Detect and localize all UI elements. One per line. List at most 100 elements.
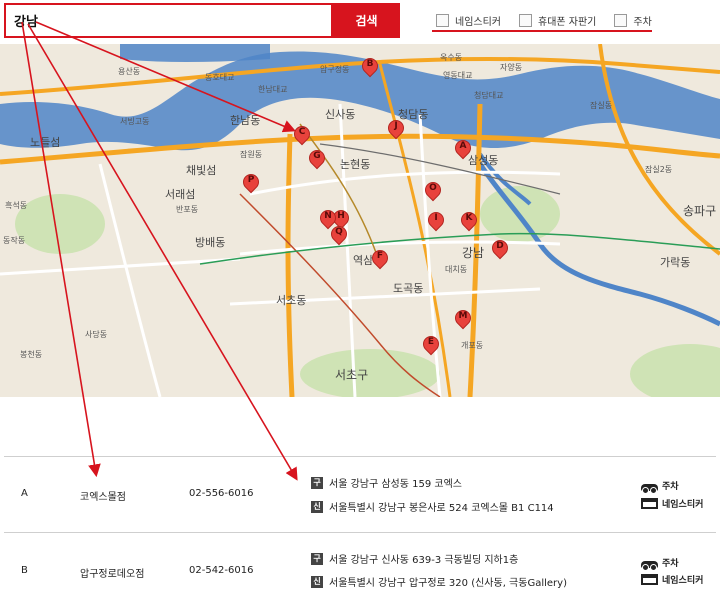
- old-address: 구 서울 강남구 신사동 639-3 극동빌딩 지하1층: [311, 551, 518, 566]
- filter-phone-vending[interactable]: 휴대폰 자판기: [515, 13, 596, 28]
- map-label: 자양동: [500, 63, 523, 72]
- checkbox-parking[interactable]: [614, 13, 628, 27]
- car-icon: [641, 484, 658, 494]
- address-text: 서울특별시 강남구 압구정로 320 (신사동, 극동Gallery): [329, 578, 567, 589]
- map-label: 동작동: [3, 236, 26, 245]
- map-pin-c[interactable]: C: [290, 122, 314, 148]
- pin-letter: F: [376, 251, 384, 261]
- map-pin-d[interactable]: D: [488, 236, 512, 262]
- filter-parking[interactable]: 주차: [610, 13, 652, 28]
- map-label: 잠실동: [590, 101, 613, 110]
- pin-letter: M: [458, 311, 468, 321]
- map-pin-i[interactable]: I: [424, 208, 448, 234]
- new-address: 신 서울특별시 강남구 봉은사로 524 코엑스몰 B1 C114: [311, 499, 554, 514]
- pin-letter: A: [459, 141, 467, 151]
- service-label: 주차: [662, 482, 679, 492]
- search-button[interactable]: 검색: [333, 3, 400, 38]
- table-row[interactable]: A 코엑스몰점 02-556-6016 구 서울 강남구 삼성동 159 코엑스…: [4, 456, 716, 532]
- map-background: [0, 44, 720, 397]
- pin-letter: P: [247, 175, 255, 185]
- store-icon: [641, 498, 658, 509]
- table-row[interactable]: B 압구정로데오점 02-542-6016 구 서울 강남구 신사동 639-3…: [4, 532, 716, 589]
- store-code: B: [21, 565, 28, 576]
- address-text: 서울 강남구 신사동 639-3 극동빌딩 지하1층: [329, 555, 519, 566]
- map-label: 서초동: [276, 294, 307, 307]
- map-pin-m[interactable]: M: [451, 306, 475, 332]
- map-label: 압구정동: [320, 65, 350, 74]
- map-label: 흑석동: [5, 201, 28, 210]
- new-address: 신 서울특별시 강남구 압구정로 320 (신사동, 극동Gallery): [311, 574, 567, 589]
- district-label: 강남: [462, 246, 485, 260]
- filter-label: 네임스티커: [455, 16, 501, 28]
- pin-letter: B: [366, 59, 374, 69]
- store-name: 코엑스몰점: [80, 492, 126, 503]
- district-label: 송파구: [683, 204, 717, 218]
- pin-letter: E: [427, 337, 435, 347]
- search-bar: 검색 네임스티커 휴대폰 자판기 주차: [0, 0, 720, 44]
- map-pin-g[interactable]: G: [305, 146, 329, 172]
- pin-letter: J: [394, 121, 398, 131]
- map-label: 신사동: [325, 108, 356, 121]
- store-map[interactable]: 압구정동 신사동 청담동 삼성동 논현동 역삼동 대치동 도곡동 개포동 서초동…: [0, 44, 720, 397]
- map-label: 잠원동: [240, 150, 263, 159]
- pin-letter: K: [465, 213, 473, 223]
- map-label: 사당동: [85, 330, 108, 339]
- map-pin-q[interactable]: Q: [327, 222, 351, 248]
- pin-letter: D: [496, 241, 504, 251]
- address-tag: 구: [311, 552, 323, 565]
- map-label: 옥수동: [440, 53, 463, 62]
- pin-letter: C: [298, 127, 306, 137]
- map-pin-a[interactable]: A: [451, 136, 475, 162]
- map-pin-p[interactable]: P: [239, 170, 263, 196]
- map-pin-o[interactable]: O: [421, 178, 445, 204]
- map-label: 동호대교: [205, 73, 235, 82]
- pin-letter: O: [429, 183, 437, 193]
- map-label: 방배동: [195, 236, 226, 249]
- filter-options: 네임스티커 휴대폰 자판기 주차: [432, 10, 652, 32]
- service-name-sticker: 네임스티커: [641, 573, 703, 586]
- checkbox-name-sticker[interactable]: [436, 13, 449, 27]
- checkbox-phone-vending[interactable]: [519, 13, 532, 27]
- map-label: 용산동: [118, 67, 141, 76]
- store-list: A 코엑스몰점 02-556-6016 구 서울 강남구 삼성동 159 코엑스…: [0, 397, 720, 589]
- map-label: 가락동: [660, 256, 691, 269]
- map-label: 개포동: [461, 341, 484, 350]
- map-label: 대치동: [445, 265, 468, 274]
- map-label: 봉천동: [20, 350, 43, 359]
- map-pin-b[interactable]: B: [358, 54, 382, 80]
- store-icon: [641, 574, 658, 585]
- map-label: 삼성동: [468, 154, 499, 167]
- map-label: 노들섬: [30, 136, 61, 149]
- map-pin-f[interactable]: F: [368, 246, 392, 272]
- store-name: 압구정로데오점: [80, 569, 145, 580]
- map-label: 한남동: [230, 114, 261, 127]
- map-pin-k[interactable]: K: [457, 208, 481, 234]
- search-input[interactable]: [6, 5, 331, 36]
- map-label: 잠실2동: [645, 165, 673, 174]
- car-icon: [641, 561, 658, 571]
- search-box: [4, 3, 333, 38]
- store-code: A: [21, 488, 28, 499]
- service-label: 주차: [662, 559, 679, 569]
- map-label: 청담대교: [474, 91, 504, 100]
- map-label: 반포동: [176, 205, 199, 214]
- map-pin-e[interactable]: E: [419, 332, 443, 358]
- map-label: 서래섬: [165, 188, 196, 201]
- filter-name-sticker[interactable]: 네임스티커: [432, 13, 501, 28]
- store-phone: 02-542-6016: [189, 565, 254, 576]
- map-label: 영동대교: [443, 71, 473, 80]
- map-label: 한남대교: [258, 85, 288, 94]
- map-pin-j[interactable]: J: [384, 116, 408, 142]
- service-label: 네임스티커: [662, 576, 704, 586]
- filter-label: 휴대폰 자판기: [538, 16, 597, 28]
- service-name-sticker: 네임스티커: [641, 497, 703, 510]
- store-phone: 02-556-6016: [189, 488, 254, 499]
- service-label: 네임스티커: [662, 500, 704, 510]
- pin-letter: N: [324, 211, 332, 221]
- pin-letter: Q: [335, 227, 343, 237]
- address-tag: 구: [311, 476, 323, 489]
- pin-letter: G: [313, 151, 321, 161]
- map-label: 채빛섬: [186, 164, 217, 177]
- filter-label: 주차: [633, 16, 652, 28]
- service-parking: 주차: [641, 556, 679, 571]
